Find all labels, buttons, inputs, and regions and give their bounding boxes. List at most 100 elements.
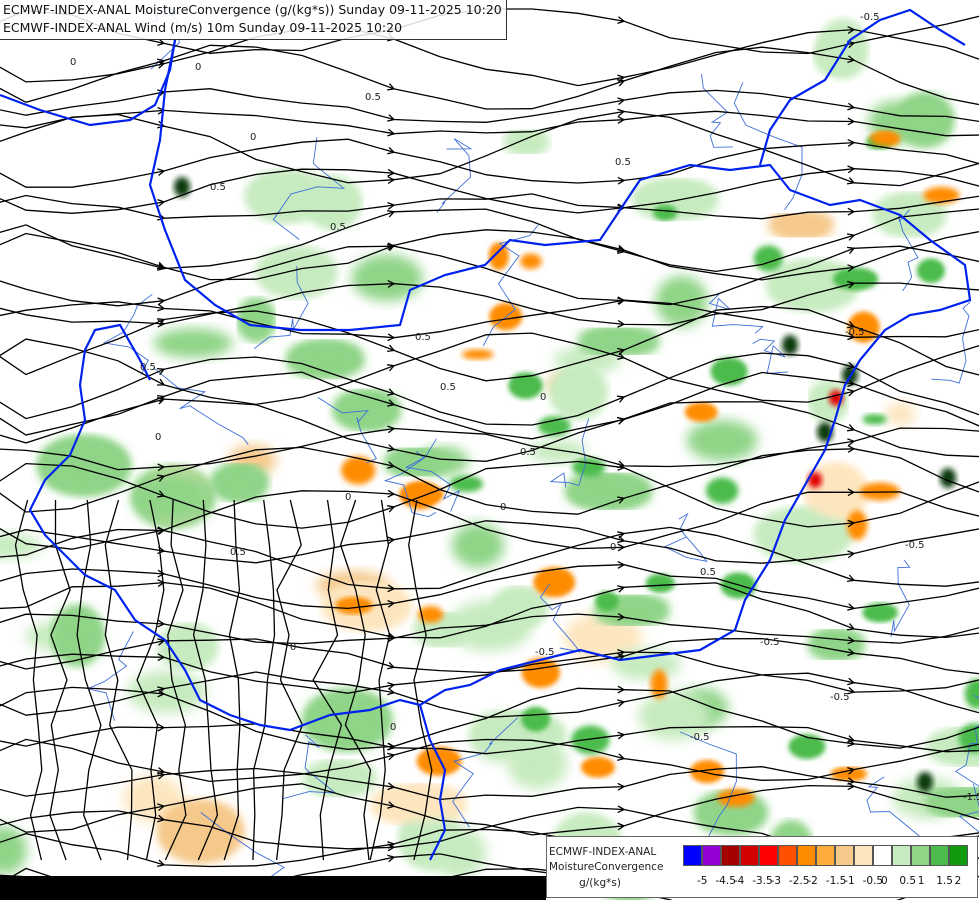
contour-label: 0.5 bbox=[365, 92, 381, 103]
contour-label: -0.5 bbox=[845, 327, 865, 338]
convergence-area bbox=[917, 772, 933, 792]
legend-swatch bbox=[873, 845, 892, 866]
legend-swatch bbox=[797, 845, 816, 866]
map-title-box: ECMWF-INDEX-ANAL MoistureConvergence (g/… bbox=[0, 0, 507, 40]
title-wind: ECMWF-INDEX-ANAL Wind (m/s) 10m Sunday 0… bbox=[3, 20, 403, 35]
legend-tick-label: -4 bbox=[733, 875, 745, 887]
convergence-area bbox=[452, 522, 505, 568]
legend-swatch bbox=[911, 845, 930, 866]
convergence-area bbox=[520, 253, 542, 270]
legend-swatch bbox=[930, 845, 949, 866]
contour-label: -1.5 bbox=[963, 792, 979, 803]
legend-swatch bbox=[683, 845, 702, 866]
contour-label: -0.5 bbox=[760, 637, 780, 648]
convergence-area bbox=[351, 254, 423, 302]
convergence-area bbox=[686, 403, 717, 421]
convergence-area bbox=[153, 328, 233, 358]
legend-unit: g/(kg*s) bbox=[579, 877, 621, 889]
contour-label: 0.5 bbox=[210, 182, 226, 193]
convergence-area bbox=[461, 349, 494, 360]
legend-tick-label: 1 bbox=[917, 875, 925, 887]
contour-label: -0.5 bbox=[690, 732, 710, 743]
color-legend: ECMWF-INDEX-ANAL MoistureConvergence g/(… bbox=[546, 836, 978, 898]
contour-label: 0 bbox=[155, 432, 161, 443]
contour-label: 0 bbox=[540, 392, 546, 403]
convergence-area bbox=[508, 133, 545, 151]
legend-swatch bbox=[892, 845, 911, 866]
legend-tick-label: 1.5 bbox=[936, 875, 953, 887]
convergence-area bbox=[336, 598, 372, 613]
legend-swatch bbox=[949, 845, 968, 866]
convergence-area bbox=[862, 414, 887, 425]
convergence-area bbox=[654, 206, 677, 220]
convergence-area bbox=[554, 370, 603, 414]
contour-label: 0.5 bbox=[520, 447, 536, 458]
convergence-area bbox=[918, 259, 944, 282]
contour-label: 0.5 bbox=[700, 567, 716, 578]
legend-swatch bbox=[835, 845, 854, 866]
convergence-area bbox=[570, 477, 648, 505]
moisture-convergence-map: 0.5 0.5 0.5 0.5 0.5 0.5 0.5 0.5 0.5 0.5 -0.5 -0.5 -0… bbox=[0, 0, 979, 900]
convergence-area bbox=[923, 187, 960, 204]
convergence-area bbox=[537, 416, 571, 437]
convergence-area bbox=[646, 575, 674, 592]
contour-label: 0.5 bbox=[230, 547, 246, 558]
convergence-area bbox=[582, 758, 614, 777]
convergence-area bbox=[522, 708, 549, 731]
convergence-area bbox=[705, 477, 739, 504]
contour-label: -0.5 bbox=[860, 12, 880, 23]
convergence-area bbox=[711, 358, 747, 385]
convergence-area bbox=[571, 457, 606, 478]
contour-label: -0.5 bbox=[830, 692, 850, 703]
contour-label: 0.5 bbox=[140, 362, 156, 373]
convergence-area bbox=[174, 177, 190, 197]
legend-tick-label: -5 bbox=[697, 875, 708, 887]
legend-tick-label: -3 bbox=[770, 875, 782, 887]
convergence-area bbox=[782, 335, 798, 355]
contour-label: 0 bbox=[250, 132, 256, 143]
legend-swatch bbox=[816, 845, 835, 866]
legend-tick-label: -2 bbox=[807, 875, 818, 887]
convergence-area bbox=[686, 419, 758, 462]
contour-label: 0 bbox=[500, 502, 506, 513]
convergence-area bbox=[527, 439, 588, 463]
contour-label: 0.5 bbox=[330, 222, 346, 233]
legend-tick-label: 2 bbox=[954, 875, 962, 887]
convergence-area bbox=[216, 468, 264, 497]
title-moisture-convergence: ECMWF-INDEX-ANAL MoistureConvergence (g/… bbox=[3, 2, 502, 17]
contour-label: 0 bbox=[345, 492, 351, 503]
convergence-area bbox=[338, 394, 396, 426]
contour-label: 0 bbox=[195, 62, 201, 73]
legend-swatch bbox=[854, 845, 873, 866]
convergence-area bbox=[885, 401, 916, 427]
contour-label: 0.5 bbox=[415, 332, 431, 343]
legend-swatch bbox=[721, 845, 740, 866]
legend-swatch bbox=[702, 845, 721, 866]
convergence-area bbox=[534, 568, 574, 596]
contour-label: 0 bbox=[390, 722, 396, 733]
bottom-black-strip bbox=[0, 876, 546, 900]
contour-label: 0 bbox=[290, 642, 296, 653]
legend-tick-label: 0 bbox=[881, 875, 888, 887]
contour-label: 0 bbox=[610, 542, 616, 553]
legend-tick-label: -1 bbox=[844, 875, 855, 887]
contour-label: -0.5 bbox=[905, 540, 925, 551]
contour-label: 0.5 bbox=[440, 382, 456, 393]
convergence-area bbox=[290, 344, 360, 374]
contour-label: 0 bbox=[70, 57, 76, 68]
contour-label: -0.5 bbox=[535, 647, 555, 658]
convergence-area bbox=[834, 269, 877, 289]
legend-model: ECMWF-INDEX-ANAL bbox=[549, 846, 657, 858]
convergence-area bbox=[655, 275, 708, 327]
convergence-area bbox=[402, 482, 438, 508]
legend-swatch bbox=[740, 845, 759, 866]
legend-swatch bbox=[778, 845, 797, 866]
legend-tick-label: 0.5 bbox=[899, 875, 917, 887]
contour-label: 0.5 bbox=[615, 157, 631, 168]
convergence-area bbox=[772, 216, 830, 234]
convergence-area bbox=[596, 592, 618, 610]
legend-variable: MoistureConvergence bbox=[549, 861, 664, 873]
map-canvas[interactable]: 0.5 0.5 0.5 0.5 0.5 0.5 0.5 0.5 0.5 0.5 -0.5 -0.5 -0… bbox=[0, 0, 979, 900]
convergence-area bbox=[870, 132, 900, 146]
legend-swatch bbox=[759, 845, 778, 866]
